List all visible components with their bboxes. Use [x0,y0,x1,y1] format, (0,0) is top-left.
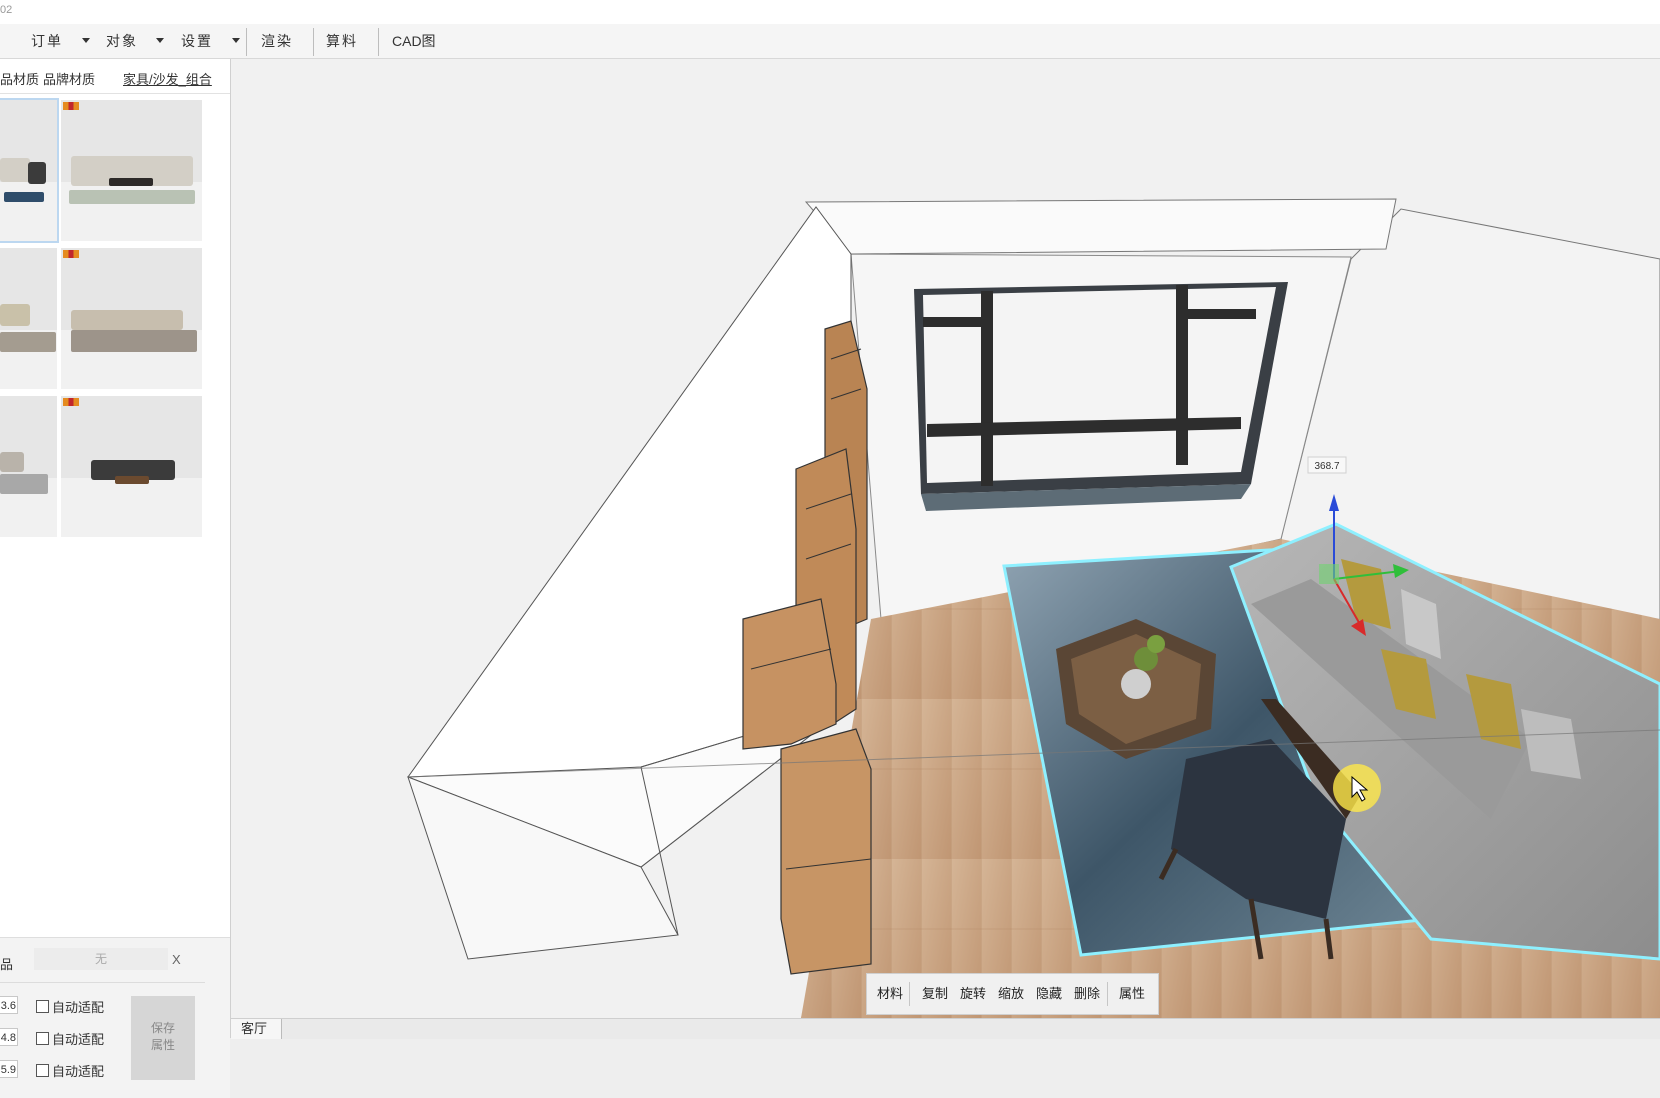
furniture-thumbnail[interactable] [61,248,202,389]
furniture-thumbnail[interactable] [61,396,202,537]
room-tab-bar: 客厅 [231,1018,1660,1039]
chevron-down-icon[interactable] [232,38,240,43]
material-button[interactable]: 材料 [877,974,903,1014]
menu-settings[interactable]: 设置 [181,24,213,58]
properties-panel: 品 无 X 3.6 自动适配 4.8 自动适配 5.9 自动适配 保存 属性 [0,937,230,1098]
title-bar: 02 [0,0,1660,25]
sidebar: 品材质 品牌材质 家具/沙发_组合 品 无 X 3.6 自动适配 4.8 自动适… [0,59,231,1098]
auto-fit-label: 自动适配 [52,1032,105,1047]
furniture-thumbnail[interactable] [0,396,57,537]
category-tabs: 品材质 品牌材质 家具/沙发_组合 [0,59,230,94]
3d-viewport[interactable]: 368.7 [231,59,1660,1018]
menu-divider [246,28,247,56]
menu-calc[interactable]: 算料 [326,24,358,58]
auto-fit-width-checkbox[interactable]: 自动适配 [36,997,104,1016]
brand-logo-icon [63,250,79,258]
width-input[interactable]: 3.6 [0,996,18,1014]
menu-order[interactable]: 订单 [31,24,63,58]
props-label: 品 [0,957,14,972]
auto-fit-label: 自动适配 [52,1064,105,1079]
menu-divider [378,28,379,56]
toolbar-divider [1107,982,1108,1006]
tab-material[interactable]: 品材质 [0,69,39,88]
window [914,282,1288,511]
divider [0,982,205,983]
furniture-thumbnail[interactable] [0,98,59,243]
brand-logo-icon [63,102,79,110]
material-field[interactable]: 无 [34,948,168,970]
cursor-icon [1333,764,1381,812]
properties-label: 属性 [150,1038,175,1052]
auto-fit-height-checkbox[interactable]: 自动适配 [36,1061,104,1080]
chevron-down-icon[interactable] [82,38,90,43]
object-toolbar: 材料 复制 旋转 缩放 隐藏 删除 属性 [866,973,1159,1015]
toolbar-divider [909,982,910,1006]
back-wall-top [804,198,1397,255]
furniture-thumbnail[interactable] [0,248,57,389]
hide-button[interactable]: 隐藏 [1036,974,1062,1014]
menu-render[interactable]: 渲染 [261,24,293,58]
menu-bar: 订单 对象 设置 渲染 算料 CAD图 [0,24,1660,59]
window-title: 02 [0,4,13,16]
depth-input[interactable]: 4.8 [0,1028,18,1046]
dimension-label: 368.7 [1314,461,1339,472]
breadcrumb[interactable]: 家具/沙发_组合 [123,69,212,88]
menu-object[interactable]: 对象 [106,24,138,58]
save-label: 保存 [150,1021,175,1035]
delete-button[interactable]: 删除 [1074,974,1100,1014]
properties-button[interactable]: 属性 [1119,974,1145,1014]
rotate-button[interactable]: 旋转 [960,974,986,1014]
room-scene[interactable]: 368.7 [231,59,1660,1018]
brand-logo-icon [63,398,79,406]
furniture-thumbnail[interactable] [61,100,202,241]
scale-button[interactable]: 缩放 [998,974,1024,1014]
height-input[interactable]: 5.9 [0,1060,18,1078]
copy-button[interactable]: 复制 [922,974,948,1014]
chevron-down-icon[interactable] [156,38,164,43]
menu-divider [313,28,314,56]
room-tab-living-room[interactable]: 客厅 [231,1019,283,1039]
auto-fit-label: 自动适配 [52,1000,105,1015]
save-properties-button[interactable]: 保存 属性 [131,996,195,1080]
menu-cad[interactable]: CAD图 [392,24,436,58]
close-icon[interactable]: X [172,952,181,967]
tab-brand-material[interactable]: 品牌材质 [43,69,95,88]
auto-fit-depth-checkbox[interactable]: 自动适配 [36,1029,104,1048]
